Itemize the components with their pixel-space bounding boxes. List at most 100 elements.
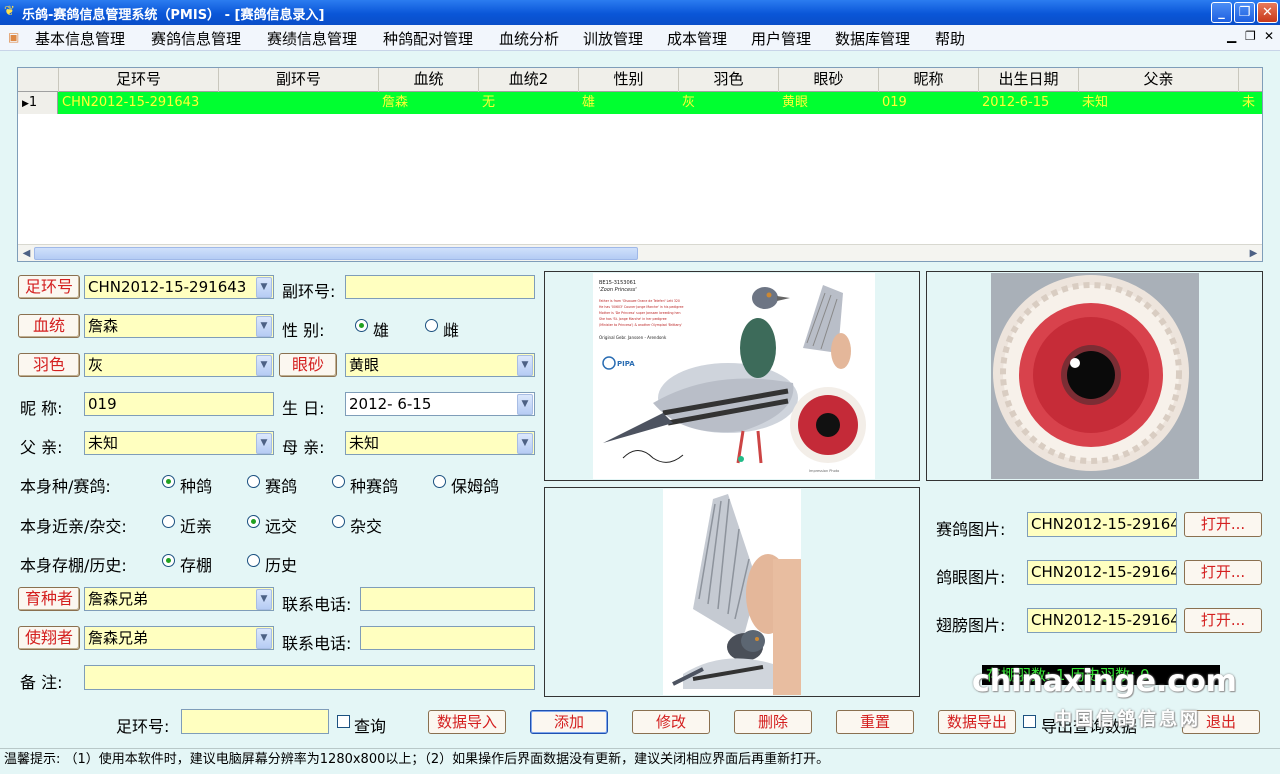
menu-race-results[interactable]: 赛绩信息管理 [267, 28, 357, 49]
chevron-down-icon[interactable]: ▼ [256, 277, 272, 298]
col-header[interactable]: 血统2 [479, 68, 579, 92]
bloodline-button[interactable]: 血统 [18, 314, 80, 338]
search-ring-input[interactable] [181, 709, 329, 734]
cell-bloodline2[interactable]: 无 [479, 92, 579, 114]
race-pic-input[interactable]: CHN2012-15-291643_ [1027, 512, 1177, 537]
sex-female-label[interactable]: 雌 [443, 317, 459, 341]
type-option[interactable]: 种赛鸽 [350, 473, 398, 497]
eye-combo[interactable]: 黄眼 ▼ [345, 353, 535, 377]
chevron-down-icon[interactable]: ▼ [517, 433, 533, 454]
col-header[interactable]: 血统 [379, 68, 479, 92]
race-pic-open-button[interactable]: 打开... [1184, 512, 1262, 537]
row-header[interactable]: ▶1 [18, 92, 58, 114]
breeder-button[interactable]: 育种者 [18, 587, 80, 611]
bloodline-combo[interactable]: 詹森 ▼ [84, 314, 274, 338]
menu-database[interactable]: 数据库管理 [835, 28, 910, 49]
cell-eye[interactable]: 黄眼 [779, 92, 879, 114]
type-option[interactable]: 保姆鸽 [451, 473, 499, 497]
col-header[interactable]: 眼砂 [779, 68, 879, 92]
col-header[interactable]: 父亲 [1079, 68, 1239, 92]
chevron-down-icon[interactable]: ▼ [256, 316, 272, 337]
cell-foot-ring[interactable]: CHN2012-15-291643 [59, 92, 219, 114]
col-header[interactable]: 副环号 [219, 68, 379, 92]
chevron-down-icon[interactable]: ▼ [256, 589, 272, 610]
pigeon-photo-box[interactable]: BE15-3153061 'Zoon Princess' Father is f… [544, 271, 920, 481]
scroll-left-icon[interactable]: ◀ [19, 246, 34, 261]
color-button[interactable]: 羽色 [18, 353, 80, 377]
chevron-down-icon[interactable]: ▼ [517, 355, 533, 376]
menu-training[interactable]: 训放管理 [583, 28, 643, 49]
breeder-phone-input[interactable] [360, 587, 535, 611]
mdi-child-icon[interactable]: ▣ [8, 30, 22, 44]
menu-bloodline-analysis[interactable]: 血统分析 [499, 28, 559, 49]
breed-option[interactable]: 杂交 [350, 513, 382, 537]
col-header[interactable]: 昵称 [879, 68, 979, 92]
chevron-down-icon[interactable]: ▼ [256, 628, 272, 649]
sex-male-radio[interactable] [355, 319, 368, 332]
type-breeder-racer-radio[interactable] [332, 475, 345, 488]
wing-pic-open-button[interactable]: 打开... [1184, 608, 1262, 633]
reset-button[interactable]: 重置 [836, 710, 914, 734]
wing-pic-input[interactable]: CHN2012-15-291643_ [1027, 608, 1177, 633]
col-header[interactable]: 出生日期 [979, 68, 1079, 92]
menu-breeding-pairs[interactable]: 种鸽配对管理 [383, 28, 473, 49]
col-header[interactable]: 性别 [579, 68, 679, 92]
cell-color[interactable]: 灰 [679, 92, 779, 114]
father-combo[interactable]: 未知 ▼ [84, 431, 274, 455]
flyer-button[interactable]: 使翔者 [18, 626, 80, 650]
cell-nickname[interactable]: 019 [879, 92, 979, 114]
delete-button[interactable]: 删除 [734, 710, 812, 734]
export-query-checkbox[interactable] [1023, 715, 1036, 728]
breed-outcross-radio[interactable] [247, 515, 260, 528]
scroll-right-icon[interactable]: ▶ [1246, 246, 1261, 261]
menu-help[interactable]: 帮助 [935, 28, 965, 49]
remark-input[interactable] [84, 665, 535, 690]
add-button[interactable]: 添加 [530, 710, 608, 734]
breed-cross-radio[interactable] [332, 515, 345, 528]
import-button[interactable]: 数据导入 [428, 710, 506, 734]
nickname-input[interactable]: 019 [84, 392, 274, 416]
eye-photo-box[interactable] [926, 271, 1263, 481]
eye-button[interactable]: 眼砂 [279, 353, 337, 377]
status-option[interactable]: 历史 [265, 552, 297, 576]
breed-inbred-radio[interactable] [162, 515, 175, 528]
color-combo[interactable]: 灰 ▼ [84, 353, 274, 377]
horizontal-scrollbar[interactable]: ◀ ▶ [18, 244, 1262, 261]
mother-combo[interactable]: 未知 ▼ [345, 431, 535, 455]
minimize-button[interactable]: _ [1211, 2, 1232, 23]
menu-users[interactable]: 用户管理 [751, 28, 811, 49]
foot-ring-combo[interactable]: CHN2012-15-291643 ▼ [84, 275, 274, 299]
breeder-combo[interactable]: 詹森兄弟 ▼ [84, 587, 274, 611]
eye-pic-input[interactable]: CHN2012-15-291643_ [1027, 560, 1177, 585]
query-label[interactable]: 查询 [354, 713, 386, 737]
breed-option[interactable]: 近亲 [180, 513, 212, 537]
status-option[interactable]: 存棚 [180, 552, 212, 576]
birth-date-picker[interactable]: 2012- 6-15 ▼ [345, 392, 535, 416]
col-header[interactable]: 羽色 [679, 68, 779, 92]
cell-sub-ring[interactable] [219, 92, 379, 114]
sex-female-radio[interactable] [425, 319, 438, 332]
chevron-down-icon[interactable]: ▼ [256, 355, 272, 376]
query-checkbox[interactable] [337, 715, 350, 728]
scrollbar-thumb[interactable] [34, 247, 638, 260]
mdi-restore-icon[interactable]: ❐ [1245, 29, 1256, 43]
foot-ring-button[interactable]: 足环号 [18, 275, 80, 299]
maximize-button[interactable]: ❐ [1234, 2, 1255, 23]
cell-sex[interactable]: 雄 [579, 92, 679, 114]
sub-ring-input[interactable] [345, 275, 535, 299]
type-foster-radio[interactable] [433, 475, 446, 488]
col-header[interactable]: 足环号 [59, 68, 219, 92]
menu-cost[interactable]: 成本管理 [667, 28, 727, 49]
table-row[interactable]: CHN2012-15-291643 詹森 无 雄 灰 黄眼 019 2012-6… [18, 92, 1262, 114]
wing-photo-box[interactable] [544, 487, 920, 697]
edit-button[interactable]: 修改 [632, 710, 710, 734]
mdi-close-icon[interactable]: ✕ [1264, 29, 1274, 43]
export-button[interactable]: 数据导出 [938, 710, 1016, 734]
mdi-minimize-icon[interactable]: ▁ [1227, 29, 1236, 43]
type-option[interactable]: 种鸽 [180, 473, 212, 497]
status-in-loft-radio[interactable] [162, 554, 175, 567]
flyer-phone-input[interactable] [360, 626, 535, 650]
cell-father[interactable]: 未知 [1079, 92, 1239, 114]
type-option[interactable]: 赛鸽 [265, 473, 297, 497]
sex-male-label[interactable]: 雄 [373, 317, 389, 341]
